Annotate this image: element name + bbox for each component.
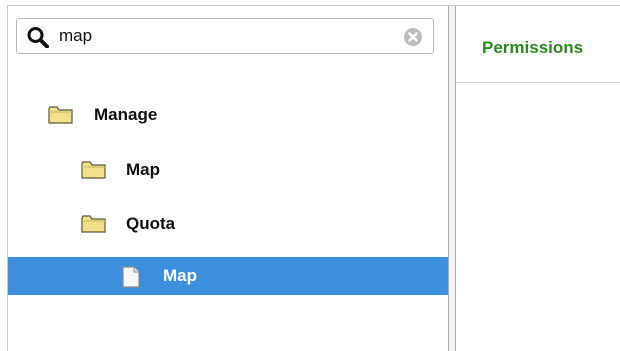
search-box[interactable] <box>16 18 434 54</box>
folder-icon <box>48 106 73 124</box>
tree-item-label: Map <box>126 160 160 179</box>
folder-icon <box>81 161 106 179</box>
search-icon <box>27 27 49 48</box>
details-panel: Permissions <box>456 6 620 351</box>
tree-item-quota[interactable]: Quota <box>8 205 448 243</box>
folder-icon <box>81 215 106 233</box>
search-input[interactable] <box>59 24 389 48</box>
clear-search-icon[interactable] <box>403 27 423 47</box>
document-icon <box>122 266 140 288</box>
tree-item-label: Map <box>163 266 197 285</box>
panel-splitter[interactable] <box>448 6 456 351</box>
tree-item-manage[interactable]: Manage <box>8 96 448 134</box>
tree-item-label: Manage <box>94 105 158 124</box>
tab-permissions[interactable]: Permissions <box>482 38 583 58</box>
window: Manage Map Quota Map <box>0 0 620 351</box>
tab-bar: Permissions <box>456 6 620 83</box>
tree-item-map-document[interactable]: Map <box>8 257 448 295</box>
tree-item-label: Quota <box>126 214 176 233</box>
tree-panel: Manage Map Quota Map <box>8 6 448 351</box>
tree-item-map-folder[interactable]: Map <box>8 151 448 189</box>
